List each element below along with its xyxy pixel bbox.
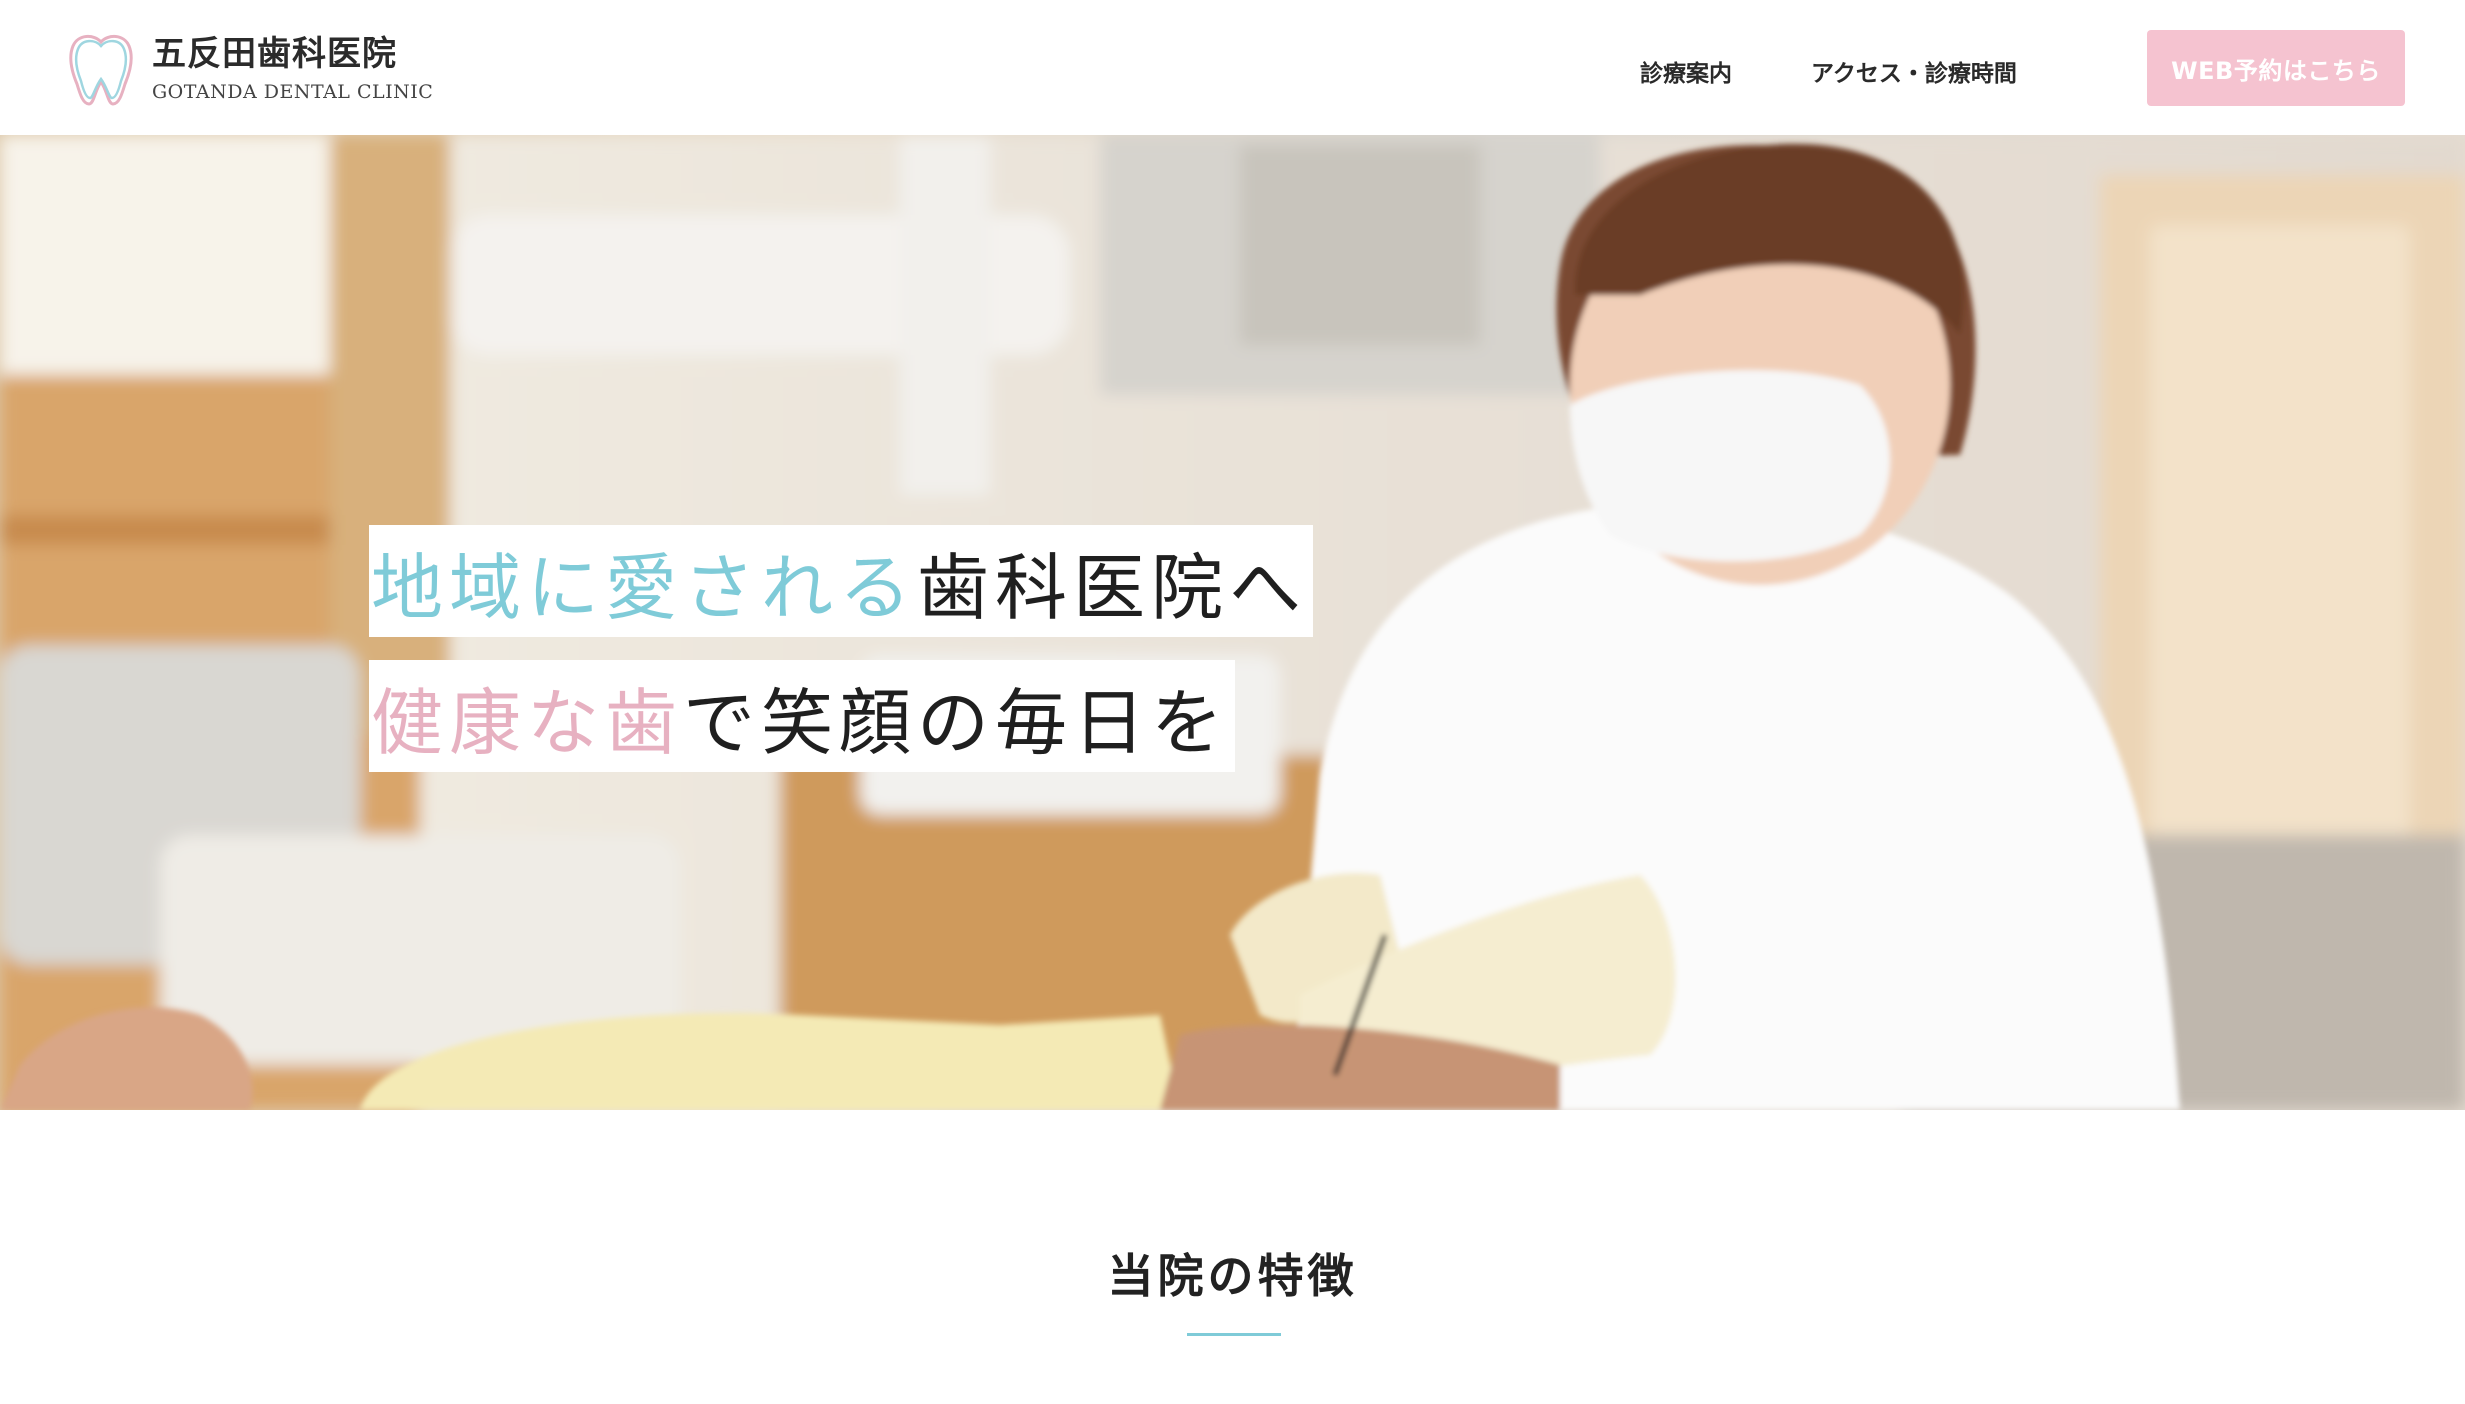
catch1-text: 歯科医院へ	[917, 545, 1308, 630]
hero-section: 地域に愛される 歯科医院へ 健康な歯 で笑顔の毎日を	[0, 135, 2465, 1110]
catch2-text: で笑顔の毎日を	[683, 680, 1230, 765]
hero-catchcopy-2: 健康な歯 で笑顔の毎日を	[369, 660, 1236, 772]
catch2-highlight: 健康な歯	[371, 680, 684, 765]
nav-item-treatment[interactable]: 診療案内	[1640, 54, 1732, 88]
section-title-underline	[1187, 1333, 1281, 1336]
logo[interactable]: 五反田歯科医院 GOTANDA DENTAL CLINIC	[64, 28, 433, 108]
clinic-name: 五反田歯科医院	[152, 34, 397, 74]
tooth-icon	[69, 35, 133, 106]
nav-item-access-hours[interactable]: アクセス・診療時間	[1811, 54, 2017, 88]
clinic-name-en: GOTANDA DENTAL CLINIC	[152, 81, 434, 103]
section-title-features: 当院の特徴	[1107, 1249, 1358, 1303]
catch1-highlight: 地域に愛される	[371, 545, 918, 630]
web-reservation-button[interactable]: WEB予約はこちら	[2147, 30, 2405, 106]
site-header: 五反田歯科医院 GOTANDA DENTAL CLINIC 診療案内 アクセス・…	[0, 0, 2465, 135]
hero-catchcopy-1: 地域に愛される 歯科医院へ	[369, 525, 1314, 637]
